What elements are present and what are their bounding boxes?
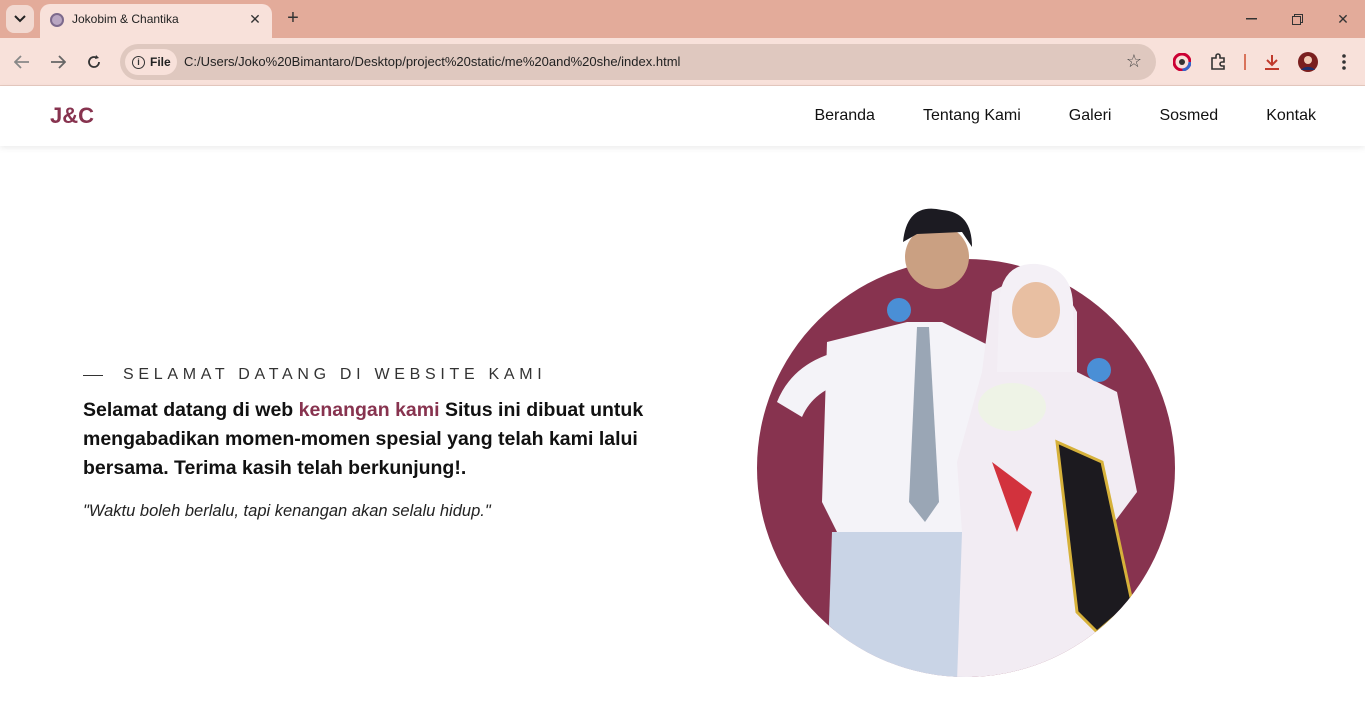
browser-tab-active[interactable]: Jokobim & Chantika ✕ [40, 4, 272, 38]
browser-toolbar: i File C:/Users/Joko%20Bimantaro/Desktop… [0, 38, 1365, 86]
hero-eyebrow: SELAMAT DATANG DI WEBSITE KAMI [83, 366, 546, 384]
menu-item-sosmed[interactable]: Sosmed [1159, 107, 1218, 125]
tab-close-icon[interactable]: ✕ [246, 10, 264, 28]
menu-item-kontak[interactable]: Kontak [1266, 107, 1316, 125]
eyebrow-divider [83, 374, 103, 376]
couple-photo [757, 202, 1177, 682]
minimize-icon[interactable] [1240, 8, 1262, 30]
tab-search-button[interactable] [6, 5, 34, 33]
menu-item-beranda[interactable]: Beranda [814, 107, 875, 125]
main-menu: Beranda Tentang Kami Galeri Sosmed Konta… [814, 86, 1316, 146]
chevron-down-icon [14, 15, 26, 23]
extensions-puzzle-icon[interactable] [1206, 50, 1230, 74]
download-icon[interactable] [1260, 50, 1284, 74]
url-text[interactable]: C:/Users/Joko%20Bimantaro/Desktop/projec… [184, 54, 680, 69]
site-navbar: J&C Beranda Tentang Kami Galeri Sosmed K… [0, 86, 1365, 146]
bookmark-star-icon[interactable]: ☆ [1126, 51, 1142, 72]
hero-quote: "Waktu boleh berlalu, tapi kenangan akan… [83, 502, 491, 520]
restore-icon[interactable] [1286, 8, 1308, 30]
back-arrow-icon[interactable] [10, 50, 34, 74]
toolbar-separator [1244, 54, 1246, 70]
headline-accent: kenangan kami [298, 399, 440, 421]
address-bar[interactable]: i File C:/Users/Joko%20Bimantaro/Desktop… [120, 44, 1156, 80]
menu-item-galeri[interactable]: Galeri [1069, 107, 1112, 125]
forward-arrow-icon[interactable] [46, 50, 70, 74]
site-info-chip[interactable]: i File [125, 49, 177, 75]
close-window-icon[interactable]: ✕ [1332, 8, 1354, 30]
browser-tabbar: Jokobim & Chantika ✕ + ✕ [0, 0, 1365, 38]
tab-favicon-icon [50, 13, 64, 27]
new-tab-button[interactable]: + [282, 7, 304, 29]
profile-avatar-icon[interactable] [1296, 50, 1320, 74]
tab-title: Jokobim & Chantika [72, 12, 179, 26]
file-label: File [150, 55, 171, 69]
more-menu-icon[interactable] [1332, 50, 1356, 74]
eyebrow-text: SELAMAT DATANG DI WEBSITE KAMI [123, 366, 547, 383]
headline-text-start: Selamat datang di web [83, 399, 299, 421]
site-logo[interactable]: J&C [50, 103, 94, 129]
hero-section: SELAMAT DATANG DI WEBSITE KAMI Selamat d… [0, 146, 1365, 715]
reload-icon[interactable] [82, 50, 106, 74]
hero-headline: Selamat datang di web kenangan kami Situ… [83, 396, 693, 483]
info-icon: i [132, 55, 145, 69]
color-extension-icon[interactable] [1170, 50, 1194, 74]
menu-item-tentang-kami[interactable]: Tentang Kami [923, 107, 1021, 125]
